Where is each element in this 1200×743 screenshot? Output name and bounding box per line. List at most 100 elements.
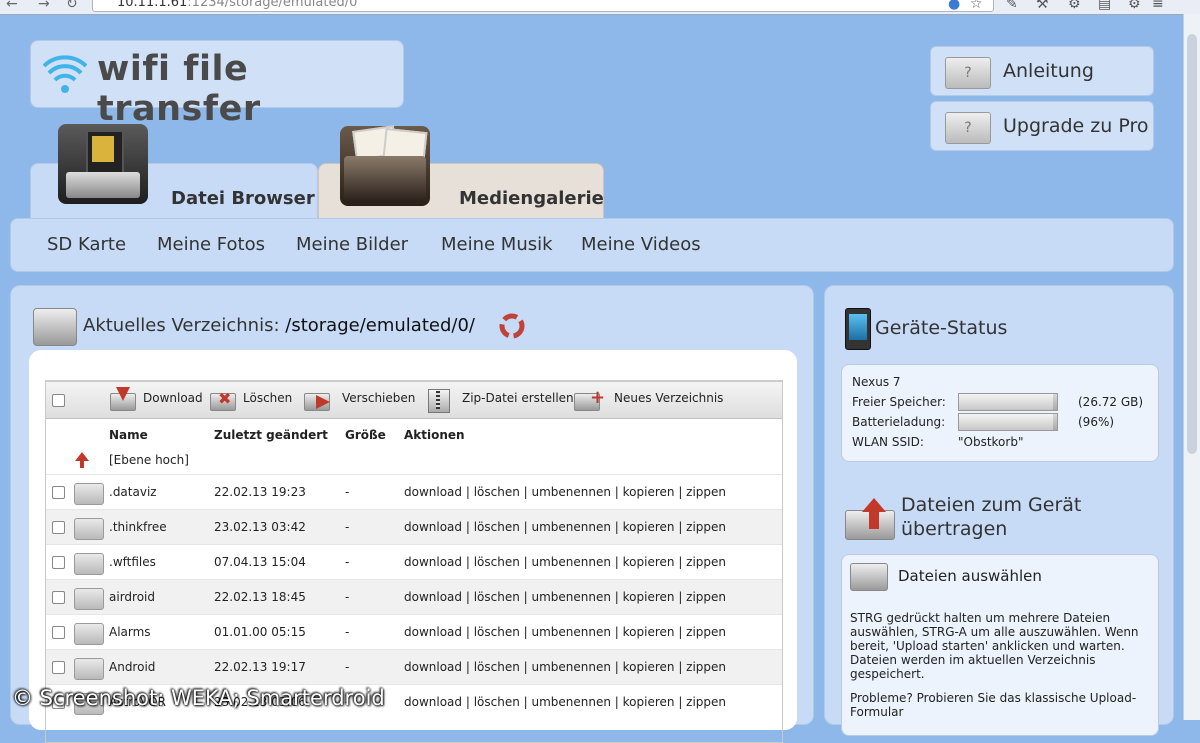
- file-modified: 07.04.13 15:04: [214, 555, 306, 569]
- folder-icon: [74, 483, 104, 505]
- classic-upload-link[interactable]: Probleme? Probieren Sie das klassische U…: [850, 691, 1146, 719]
- upload-instructions: STRG gedrückt halten um mehrere Dateien …: [850, 611, 1139, 681]
- row-checkbox[interactable]: [52, 661, 65, 674]
- folder-icon: [74, 623, 104, 645]
- column-actions[interactable]: Aktionen: [404, 428, 465, 442]
- upload-icon: [845, 498, 895, 540]
- upgrade-button[interactable]: ? Upgrade zu Pro: [930, 101, 1154, 151]
- help-button[interactable]: ? Anleitung: [930, 46, 1154, 96]
- file-list-container: Download ✖ Löschen Verschieben Zip-Datei…: [29, 350, 797, 743]
- file-size: -: [345, 660, 350, 674]
- forward-icon[interactable]: →: [38, 0, 50, 12]
- upload-box: Dateien auswählen STRG gedrückt halten u…: [841, 554, 1159, 736]
- app-logo: wifi file transfer: [30, 40, 404, 129]
- row-checkbox[interactable]: [52, 521, 65, 534]
- file-browser-panel: Aktuelles Verzeichnis: /storage/emulated…: [10, 285, 814, 743]
- sidebar-panel: Geräte-Status Nexus 7 Freier Speicher: (…: [824, 285, 1174, 736]
- file-size: -: [345, 520, 350, 534]
- folder-icon: [74, 588, 104, 610]
- refresh-icon[interactable]: [498, 312, 526, 340]
- battery-bar: [958, 413, 1058, 431]
- free-storage-value: (26.72 GB): [1078, 395, 1144, 409]
- settings-icon[interactable]: ⚙: [1128, 0, 1141, 12]
- file-modified: 22.02.13 19:23: [214, 485, 306, 499]
- file-actions[interactable]: download | löschen | umbenennen | kopier…: [404, 520, 726, 534]
- media-gallery-icon: [340, 125, 430, 206]
- address-bar[interactable]: 10.11.1.61:1234/storage/emulated/0: [92, 0, 994, 12]
- table-row: Android 22.02.13 19:17 - download | löschen…: [46, 649, 782, 685]
- file-modified: 22.02.13 18:45: [214, 590, 306, 604]
- extension-icon[interactable]: ✎: [1006, 0, 1018, 12]
- delete-button[interactable]: Löschen: [243, 391, 292, 405]
- watermark: © Screenshot: WEKA; Smarterdroid: [12, 686, 385, 710]
- wrench-icon[interactable]: ⚒: [1036, 0, 1049, 12]
- move-button[interactable]: Verschieben: [342, 391, 415, 405]
- directory-icon: [33, 308, 77, 346]
- help-folder-icon: ?: [945, 57, 991, 89]
- file-name[interactable]: Android: [109, 660, 155, 674]
- move-icon[interactable]: [304, 387, 332, 411]
- current-directory: Aktuelles Verzeichnis: /storage/emulated…: [83, 315, 475, 336]
- file-actions[interactable]: download | löschen | umbenennen | kopier…: [404, 625, 726, 639]
- parent-directory-link[interactable]: [Ebene hoch]: [109, 453, 189, 467]
- file-actions[interactable]: download | löschen | umbenennen | kopier…: [404, 590, 726, 604]
- upload-heading-line1: Dateien zum Gerät: [901, 494, 1082, 516]
- column-modified[interactable]: Zuletzt geändert: [214, 428, 328, 442]
- subnav-sd-card[interactable]: SD Karte: [47, 234, 126, 255]
- zip-icon[interactable]: [426, 387, 454, 413]
- file-name[interactable]: airdroid: [109, 590, 155, 604]
- subnav-my-photos[interactable]: Meine Fotos: [157, 234, 265, 255]
- table-row: Alarms 01.01.00 05:15 - download | löschen …: [46, 614, 782, 650]
- subnav-my-pictures[interactable]: Meine Bilder: [296, 234, 408, 255]
- new-folder-icon[interactable]: +: [574, 387, 605, 411]
- file-modified: 22.02.13 19:17: [214, 660, 306, 674]
- download-button[interactable]: Download: [143, 391, 203, 405]
- file-name[interactable]: Alarms: [109, 625, 151, 639]
- device-icon: [845, 308, 871, 350]
- download-icon[interactable]: [110, 387, 138, 411]
- menu-icon[interactable]: ≡: [1152, 0, 1164, 12]
- tab-media-gallery-label: Mediengalerie: [459, 188, 604, 209]
- new-folder-button[interactable]: Neues Verzeichnis: [614, 391, 723, 405]
- info-icon[interactable]: ●: [948, 0, 960, 12]
- row-checkbox[interactable]: [52, 556, 65, 569]
- file-size: -: [345, 590, 350, 604]
- row-checkbox[interactable]: [52, 591, 65, 604]
- free-storage-label: Freier Speicher:: [852, 395, 946, 409]
- row-checkbox[interactable]: [52, 486, 65, 499]
- column-size[interactable]: Größe: [345, 428, 386, 442]
- file-name[interactable]: .wftfiles: [109, 555, 156, 569]
- subnav-my-music[interactable]: Meine Musik: [441, 234, 553, 255]
- back-icon[interactable]: ←: [6, 0, 18, 12]
- zip-button[interactable]: Zip-Datei erstellen: [462, 391, 574, 405]
- file-actions[interactable]: download | löschen | umbenennen | kopier…: [404, 485, 726, 499]
- reload-icon[interactable]: ↻: [66, 0, 78, 12]
- status-heading: Geräte-Status: [875, 317, 1008, 339]
- select-all-checkbox[interactable]: [52, 394, 65, 407]
- star-icon[interactable]: ☆: [970, 0, 983, 12]
- page-icon[interactable]: ▤: [1098, 0, 1111, 12]
- file-actions[interactable]: download | löschen | umbenennen | kopier…: [404, 660, 726, 674]
- file-size: -: [345, 485, 350, 499]
- file-actions[interactable]: download | löschen | umbenennen | kopier…: [404, 555, 726, 569]
- file-name[interactable]: .thinkfree: [109, 520, 167, 534]
- delete-icon[interactable]: ✖: [210, 387, 238, 411]
- column-name[interactable]: Name: [109, 428, 148, 442]
- page-scrollbar[interactable]: [1183, 14, 1200, 720]
- file-size: -: [345, 625, 350, 639]
- free-storage-bar: [958, 393, 1058, 411]
- scrollbar-thumb[interactable]: [1187, 34, 1197, 454]
- wifi-icon: [43, 55, 87, 93]
- select-files-icon[interactable]: [850, 563, 888, 591]
- battery-value: (96%): [1078, 415, 1115, 429]
- row-checkbox[interactable]: [52, 626, 65, 639]
- file-name[interactable]: .dataviz: [109, 485, 157, 499]
- wlan-ssid-value: "Obstkorb": [958, 435, 1024, 449]
- select-files-button[interactable]: Dateien auswählen: [898, 567, 1042, 585]
- file-modified: 01.01.00 05:15: [214, 625, 306, 639]
- subnav-my-videos[interactable]: Meine Videos: [581, 234, 701, 255]
- tab-file-browser-label: Datei Browser: [171, 188, 315, 209]
- bug-icon[interactable]: ⚙: [1068, 0, 1081, 12]
- help-button-label: Anleitung: [1003, 60, 1094, 82]
- file-actions[interactable]: download | löschen | umbenennen | kopier…: [404, 695, 726, 709]
